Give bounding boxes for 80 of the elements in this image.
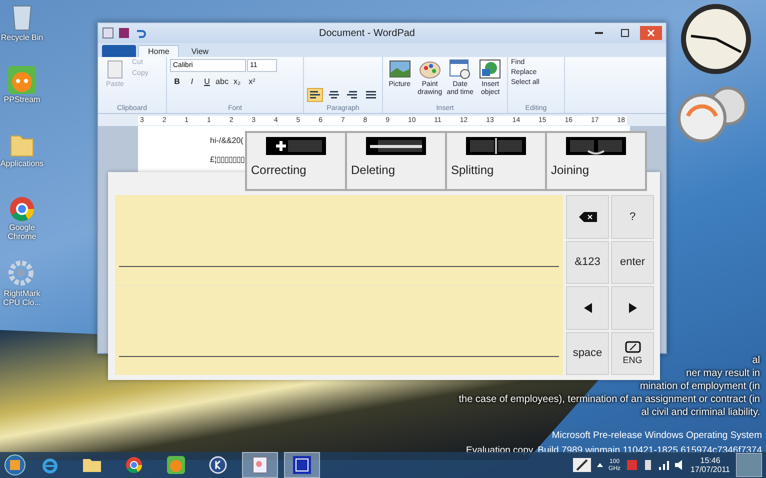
calendar-clock-icon	[449, 59, 472, 79]
gesture-option[interactable]: Deleting	[347, 133, 445, 189]
keyboard-key[interactable]: ENG	[611, 332, 654, 375]
left-arrow-icon	[584, 302, 592, 313]
align-button[interactable]	[307, 88, 323, 102]
format-button[interactable]: U	[200, 75, 214, 87]
notice-text: mination of employment (in	[640, 380, 760, 393]
build-info-text: Microsoft Pre-release Windows Operating System	[552, 429, 762, 443]
align-icon	[365, 91, 378, 99]
window-title: Document - WordPad	[318, 28, 416, 38]
cartoon-app-icon	[167, 456, 185, 474]
document-icon	[252, 456, 268, 474]
start-orb-icon	[4, 454, 26, 476]
minimize-icon	[595, 32, 603, 34]
ribbon-tab[interactable]: Home	[138, 45, 180, 57]
palette-icon	[418, 59, 441, 79]
notice-text: al civil and criminal liability.	[641, 406, 760, 419]
strike-gesture-icon	[366, 137, 426, 155]
format-button[interactable]: x²	[245, 75, 259, 87]
folder-icon	[82, 457, 102, 473]
gesture-option[interactable]: Splitting	[447, 133, 545, 189]
picture-icon	[388, 59, 411, 79]
backspace-icon	[578, 212, 596, 222]
flag-icon	[626, 460, 637, 470]
gear-icon	[8, 260, 36, 288]
speaker-icon	[674, 460, 685, 470]
maximize-icon	[621, 29, 629, 37]
clipboard-icon	[107, 59, 123, 79]
network-icon	[642, 460, 653, 470]
align-icon	[328, 91, 340, 99]
build-info-text: Evaluation copy. Build 7989.winmain.110421-1825.615974c7346f7374	[466, 444, 762, 457]
format-button[interactable]: x₂	[230, 75, 244, 87]
e-logo-icon	[41, 456, 59, 474]
desktop-preview-icon	[736, 453, 762, 477]
keyboard-key[interactable]	[566, 195, 609, 238]
join-gesture-icon	[566, 137, 626, 155]
taskbar-button[interactable]	[284, 452, 320, 478]
chrome-icon	[9, 196, 35, 222]
keyboard-key[interactable]: &123	[566, 240, 609, 284]
format-button[interactable]: I	[185, 75, 199, 87]
keyboard-toggle-icon	[624, 341, 640, 354]
analog-clock-icon	[679, 2, 753, 76]
cartoon-app-icon	[8, 66, 36, 94]
gesture-label: Correcting	[251, 163, 308, 177]
align-icon	[346, 91, 358, 99]
caret-up-icon	[596, 463, 603, 467]
keyboard-key[interactable]: enter	[611, 240, 654, 284]
document-text: hi-/&&20(	[210, 136, 244, 145]
format-button[interactable]: B	[170, 75, 184, 87]
keyboard-key[interactable]	[566, 286, 609, 330]
gesture-label: Joining	[551, 163, 590, 177]
close-icon	[647, 29, 655, 37]
gesture-option[interactable]: Joining	[547, 133, 645, 189]
split-gesture-icon	[466, 137, 526, 155]
k-logo-icon	[209, 456, 227, 474]
pen-icon	[572, 458, 591, 472]
object-icon	[479, 59, 502, 79]
format-button[interactable]: abc	[215, 75, 229, 87]
keyboard-key[interactable]: space	[566, 332, 609, 375]
cross-gesture-icon	[266, 137, 326, 155]
ribbon-tab[interactable]: View	[181, 45, 219, 57]
wordpad-app-icon	[102, 27, 114, 39]
clock-date[interactable]: 17/07/2011	[690, 466, 730, 474]
gesture-label: Splitting	[451, 163, 495, 177]
notice-text: ner may result in	[686, 367, 760, 380]
close-button[interactable]	[640, 26, 662, 40]
undo-icon	[134, 27, 146, 39]
right-arrow-icon	[628, 302, 636, 313]
clock-time[interactable]: 15:46	[700, 456, 720, 464]
input-panel-icon	[293, 456, 311, 474]
keyboard-key[interactable]	[611, 286, 654, 330]
gesture-label: Deleting	[351, 163, 396, 177]
document-text: £¦▯▯▯▯▯▯▯	[210, 155, 246, 164]
align-icon	[308, 91, 321, 99]
keyboard-key[interactable]: ?	[611, 195, 654, 238]
save-icon	[118, 27, 130, 39]
gesture-option[interactable]: Correcting	[247, 133, 345, 189]
notice-text: al	[752, 354, 760, 367]
signal-icon	[658, 460, 669, 470]
chrome-icon	[125, 456, 143, 474]
